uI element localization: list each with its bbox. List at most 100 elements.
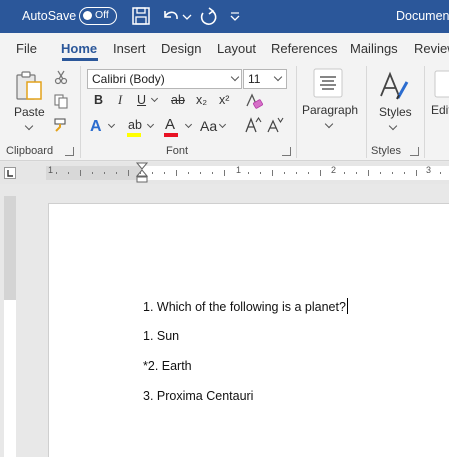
tab-references[interactable]: References bbox=[271, 41, 337, 56]
italic-button[interactable]: I bbox=[118, 93, 122, 108]
font-launcher-icon[interactable] bbox=[282, 147, 291, 156]
clipboard-launcher-icon[interactable] bbox=[65, 147, 74, 156]
save-icon[interactable] bbox=[130, 5, 152, 27]
editing-button[interactable]: Editi bbox=[431, 103, 449, 117]
document-page[interactable] bbox=[48, 203, 449, 457]
styles-group-label: Styles bbox=[371, 145, 401, 157]
vertical-ruler-margin bbox=[4, 196, 16, 300]
editing-icon[interactable] bbox=[434, 70, 449, 98]
font-size-value: 11 bbox=[248, 72, 261, 86]
highlight-button[interactable]: ab bbox=[128, 118, 142, 132]
superscript-button[interactable]: x² bbox=[219, 93, 229, 107]
ruler-number: 1 bbox=[236, 165, 242, 175]
autosave-label: AutoSave bbox=[22, 9, 77, 23]
ruler-tick bbox=[128, 170, 129, 176]
ruler-tick bbox=[416, 170, 417, 176]
font-size-dropdown-icon[interactable] bbox=[273, 72, 283, 82]
ruler-tick bbox=[284, 172, 285, 174]
ruler-tick bbox=[140, 172, 141, 174]
ruler-number: 2 bbox=[331, 165, 337, 175]
ruler-tick bbox=[188, 172, 189, 174]
title-bar: AutoSave Off Document1 bbox=[0, 0, 449, 33]
ruler-tick bbox=[92, 172, 93, 174]
styles-button[interactable]: Styles bbox=[379, 105, 412, 119]
change-case-button[interactable]: Aa bbox=[200, 118, 217, 134]
tab-home[interactable]: Home bbox=[61, 41, 97, 56]
font-name-dropdown-icon[interactable] bbox=[230, 72, 240, 82]
redo-icon[interactable] bbox=[197, 5, 219, 27]
ruler-tick bbox=[80, 170, 81, 176]
ruler-tick bbox=[68, 172, 69, 174]
paragraph-button[interactable]: Paragraph bbox=[302, 103, 358, 117]
tab-selector-icon[interactable] bbox=[4, 167, 16, 179]
paste-label[interactable]: Paste bbox=[14, 105, 45, 119]
grow-font-icon[interactable] bbox=[244, 116, 262, 134]
tab-mailings[interactable]: Mailings bbox=[350, 41, 398, 56]
ruler-tick bbox=[404, 172, 405, 174]
ruler-tick bbox=[164, 172, 165, 174]
tab-layout[interactable]: Layout bbox=[217, 41, 256, 56]
text-effects-button[interactable]: A bbox=[90, 118, 102, 136]
toggle-knob bbox=[83, 11, 92, 20]
vertical-ruler-text-area bbox=[4, 300, 16, 457]
format-painter-icon[interactable] bbox=[53, 117, 69, 133]
ruler-tick bbox=[224, 170, 225, 176]
ruler-tick bbox=[380, 172, 381, 174]
cut-icon[interactable] bbox=[53, 69, 69, 85]
styles-icon[interactable] bbox=[378, 70, 410, 102]
autosave-state: Off bbox=[95, 9, 109, 21]
horizontal-ruler[interactable]: 1 1 2 3 bbox=[0, 162, 449, 184]
strikethrough-button[interactable]: ab bbox=[171, 93, 185, 107]
document-line[interactable]: *2. Earth bbox=[143, 359, 192, 373]
bold-button[interactable]: B bbox=[94, 93, 103, 107]
tab-review[interactable]: Review bbox=[414, 41, 449, 56]
font-name-combo[interactable]: Calibri (Body) bbox=[87, 69, 242, 89]
ruler-tick bbox=[200, 172, 201, 174]
highlight-color-swatch bbox=[127, 133, 141, 137]
ruler-number: 3 bbox=[426, 165, 432, 175]
ruler-tick bbox=[344, 172, 345, 174]
font-name-value: Calibri (Body) bbox=[92, 72, 165, 86]
document-line[interactable]: 1. Sun bbox=[143, 329, 179, 343]
clear-formatting-icon[interactable] bbox=[244, 92, 264, 110]
ruler-tick bbox=[272, 170, 273, 176]
document-title: Document1 bbox=[396, 9, 449, 23]
group-divider bbox=[424, 66, 425, 158]
shrink-font-icon[interactable] bbox=[266, 116, 284, 134]
indent-marker-icon[interactable] bbox=[136, 162, 148, 184]
group-divider bbox=[80, 66, 81, 158]
ruler-tick bbox=[308, 172, 309, 174]
font-group-label: Font bbox=[166, 145, 189, 157]
customize-qat-icon[interactable] bbox=[228, 5, 242, 27]
copy-icon[interactable] bbox=[53, 93, 69, 109]
ruler-number: 1 bbox=[48, 165, 54, 175]
vertical-ruler[interactable] bbox=[4, 196, 16, 457]
ruler-tick bbox=[440, 172, 441, 174]
font-color-swatch bbox=[164, 133, 178, 137]
underline-button[interactable]: U bbox=[137, 93, 146, 107]
ruler-tick bbox=[392, 172, 393, 174]
ruler-tick bbox=[296, 172, 297, 174]
autosave-toggle[interactable]: Off bbox=[79, 7, 117, 25]
paste-icon[interactable] bbox=[14, 70, 44, 102]
ruler-tick bbox=[356, 172, 357, 174]
undo-icon[interactable] bbox=[160, 5, 182, 27]
ruler-tick bbox=[56, 172, 57, 174]
font-color-button[interactable]: A bbox=[165, 116, 175, 133]
group-divider bbox=[296, 66, 297, 158]
tab-insert[interactable]: Insert bbox=[113, 41, 146, 56]
undo-dropdown-icon[interactable] bbox=[181, 5, 193, 27]
document-line[interactable]: 1. Which of the following is a planet? bbox=[143, 298, 348, 314]
ruler-tick bbox=[116, 172, 117, 174]
active-tab-indicator bbox=[62, 58, 98, 61]
styles-launcher-icon[interactable] bbox=[410, 147, 419, 156]
document-line[interactable]: 3. Proxima Centauri bbox=[143, 389, 253, 403]
ruler-tick bbox=[260, 172, 261, 174]
font-size-combo[interactable]: 11 bbox=[243, 69, 287, 89]
tab-design[interactable]: Design bbox=[161, 41, 201, 56]
ruler-tick bbox=[212, 172, 213, 174]
tab-file[interactable]: File bbox=[16, 41, 37, 56]
subscript-button[interactable]: x₂ bbox=[196, 93, 207, 107]
paragraph-icon[interactable] bbox=[313, 68, 343, 98]
ruler-tick bbox=[152, 172, 153, 174]
